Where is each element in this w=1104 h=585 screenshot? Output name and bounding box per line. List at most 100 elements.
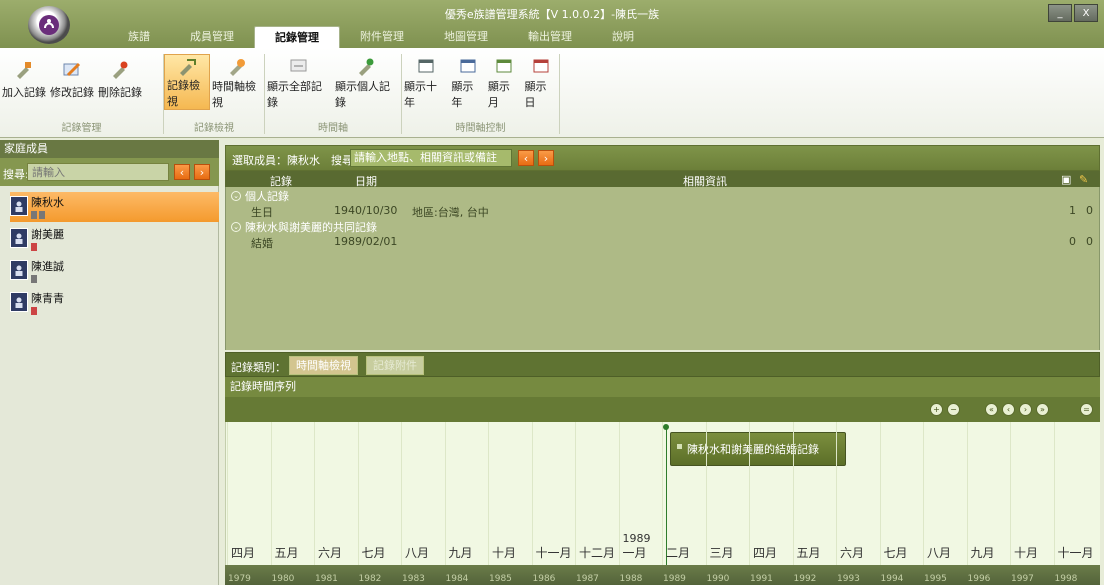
calendar-month-icon [490, 54, 518, 78]
timeline-canvas[interactable]: 陳秋水和謝美麗的結婚記錄 四月 五月 六月 七月 八月 九月 十月 十一月 十二月 一月 1989 二… [225, 422, 1100, 565]
grid-line [1053, 422, 1055, 565]
avatar [10, 260, 28, 280]
tab-family-tree[interactable]: 族譜 [108, 26, 170, 48]
prev-member-button[interactable]: ‹ [174, 164, 190, 180]
month-label: 八月 [405, 546, 430, 560]
group-label-timeline-control: 時間軸控制 [455, 123, 506, 134]
show-month-button[interactable]: 顯示月 [486, 54, 523, 110]
table-row[interactable]: 生日 1940/10/30 地區:台灣, 台中 1 0 [226, 204, 1101, 219]
tab-help[interactable]: 說明 [592, 26, 654, 48]
month-label: 十一月 [1057, 546, 1094, 560]
timeline-view-icon [223, 54, 251, 78]
grid-line [966, 422, 968, 565]
record-group-shared[interactable]: ⌄ 陳秋水與謝美麗的共同記錄 [226, 220, 1101, 234]
member-item[interactable]: 謝美麗 [10, 224, 219, 254]
month-label: 七月 [883, 546, 908, 560]
tab-output-management[interactable]: 輸出管理 [508, 26, 592, 48]
grid-line [792, 422, 794, 565]
record-filter-bar: 選取成員：陳秋水 搜尋： 請輸入地點、相關資訊或備註 ‹ › [225, 145, 1100, 171]
grid-line [488, 422, 489, 565]
show-all-records-button[interactable]: 顯示全部記錄 [265, 54, 333, 110]
year-label[interactable]: 1985 [489, 574, 512, 584]
edit-record-button[interactable]: 修改記錄 [48, 54, 96, 110]
records-table-header: 記錄 日期 相關資訊 ▣ ✎ [225, 171, 1100, 188]
grid-line [444, 422, 446, 565]
note-column-icon: ✎ [1079, 173, 1089, 186]
group-label-view: 記錄檢視 [194, 123, 234, 134]
show-day-button[interactable]: 顯示日 [522, 54, 559, 110]
show-personal-records-button[interactable]: 顯示個人記錄 [333, 54, 401, 110]
last-icon[interactable]: » [1036, 403, 1049, 416]
grid-line [618, 422, 620, 565]
grid-line [531, 422, 533, 565]
show-decade-button[interactable]: 顯示十年 [402, 54, 449, 110]
member-item[interactable]: 陳青青 [10, 288, 219, 318]
first-icon[interactable]: « [985, 403, 998, 416]
month-label: 六月 [318, 546, 343, 560]
calendar-year-icon [454, 54, 482, 78]
record-search-input[interactable]: 請輸入地點、相關資訊或備註 [350, 149, 512, 167]
timeline-view-toggle[interactable]: 時間軸檢視 [289, 356, 358, 375]
year-label[interactable]: 1994 [881, 574, 904, 584]
close-button[interactable]: X [1074, 4, 1098, 22]
prev-record-button[interactable]: ‹ [518, 150, 534, 166]
record-attachment-toggle[interactable]: 記錄附件 [366, 356, 424, 375]
next-record-button[interactable]: › [538, 150, 554, 166]
tab-attachment-management[interactable]: 附件管理 [340, 26, 424, 48]
month-label: 九月 [970, 546, 995, 560]
zoom-out-icon[interactable]: − [947, 403, 960, 416]
next-icon[interactable]: › [1019, 403, 1032, 416]
delete-record-button[interactable]: 刪除記錄 [96, 54, 144, 110]
year-label[interactable]: 1996 [968, 574, 991, 584]
member-item[interactable]: 陳進誠 [10, 256, 219, 286]
member-search-input[interactable] [27, 163, 169, 181]
minimize-button[interactable]: _ [1048, 4, 1072, 22]
add-record-button[interactable]: 加入記錄 [0, 54, 48, 110]
month-label: 十月 [1014, 546, 1039, 560]
table-row[interactable]: 結婚 1989/02/01 0 0 [226, 235, 1101, 250]
year-label[interactable]: 1980 [272, 574, 295, 584]
prev-icon[interactable]: ‹ [1002, 403, 1015, 416]
record-group-personal[interactable]: ⌄ 個人記錄 [226, 189, 1101, 203]
timeline-controls: + − « ‹ › » = [225, 397, 1100, 422]
timeline-view-button[interactable]: 時間軸檢視 [210, 54, 264, 110]
year-label[interactable]: 1997 [1011, 574, 1034, 584]
group-label-records: 記錄管理 [61, 123, 102, 134]
show-personal-icon [353, 54, 381, 78]
year-label[interactable]: 1995 [924, 574, 947, 584]
tab-record-management[interactable]: 記錄管理 [254, 26, 340, 48]
records-table: ⌄ 個人記錄 生日 1940/10/30 地區:台灣, 台中 1 0 ⌄ 陳秋水… [225, 187, 1100, 350]
timeline-event[interactable]: 陳秋水和謝美麗的結婚記錄 [670, 432, 846, 466]
next-member-button[interactable]: › [194, 164, 210, 180]
show-year-button[interactable]: 顯示年 [449, 54, 486, 110]
year-label[interactable]: 1984 [446, 574, 469, 584]
year-label[interactable]: 1992 [794, 574, 817, 584]
collapse-icon[interactable]: ⌄ [231, 191, 241, 201]
year-label[interactable]: 1983 [402, 574, 425, 584]
member-name: 謝美麗 [31, 228, 64, 241]
fit-icon[interactable]: = [1080, 403, 1093, 416]
record-view-button[interactable]: 記錄檢視 [164, 54, 210, 110]
grid-line [270, 422, 272, 565]
month-label: 三月 [709, 546, 734, 560]
year-label[interactable]: 1991 [750, 574, 773, 584]
zoom-in-icon[interactable]: + [930, 403, 943, 416]
year-label[interactable]: 1981 [315, 574, 338, 584]
year-label[interactable]: 1986 [533, 574, 556, 584]
year-label[interactable]: 1993 [837, 574, 860, 584]
tab-member-management[interactable]: 成員管理 [170, 26, 254, 48]
month-label: 八月 [927, 546, 952, 560]
year-label[interactable]: 1990 [707, 574, 730, 584]
ribbon-group-timeline-control: 顯示十年 顯示年 顯示月 顯示日 時間軸控制 [402, 54, 560, 134]
year-label[interactable]: 1989 [663, 574, 686, 584]
tab-map-management[interactable]: 地圖管理 [424, 26, 508, 48]
year-label[interactable]: 1979 [228, 574, 251, 584]
show-all-icon [285, 54, 313, 78]
year-label[interactable]: 1988 [620, 574, 643, 584]
member-item[interactable]: 陳秋水 [10, 192, 219, 222]
year-label[interactable]: 1982 [359, 574, 382, 584]
year-label[interactable]: 1998 [1055, 574, 1078, 584]
ribbon-group-view: 記錄檢視 時間軸檢視 記錄檢視 [164, 54, 265, 134]
collapse-icon[interactable]: ⌄ [231, 222, 241, 232]
year-label[interactable]: 1987 [576, 574, 599, 584]
